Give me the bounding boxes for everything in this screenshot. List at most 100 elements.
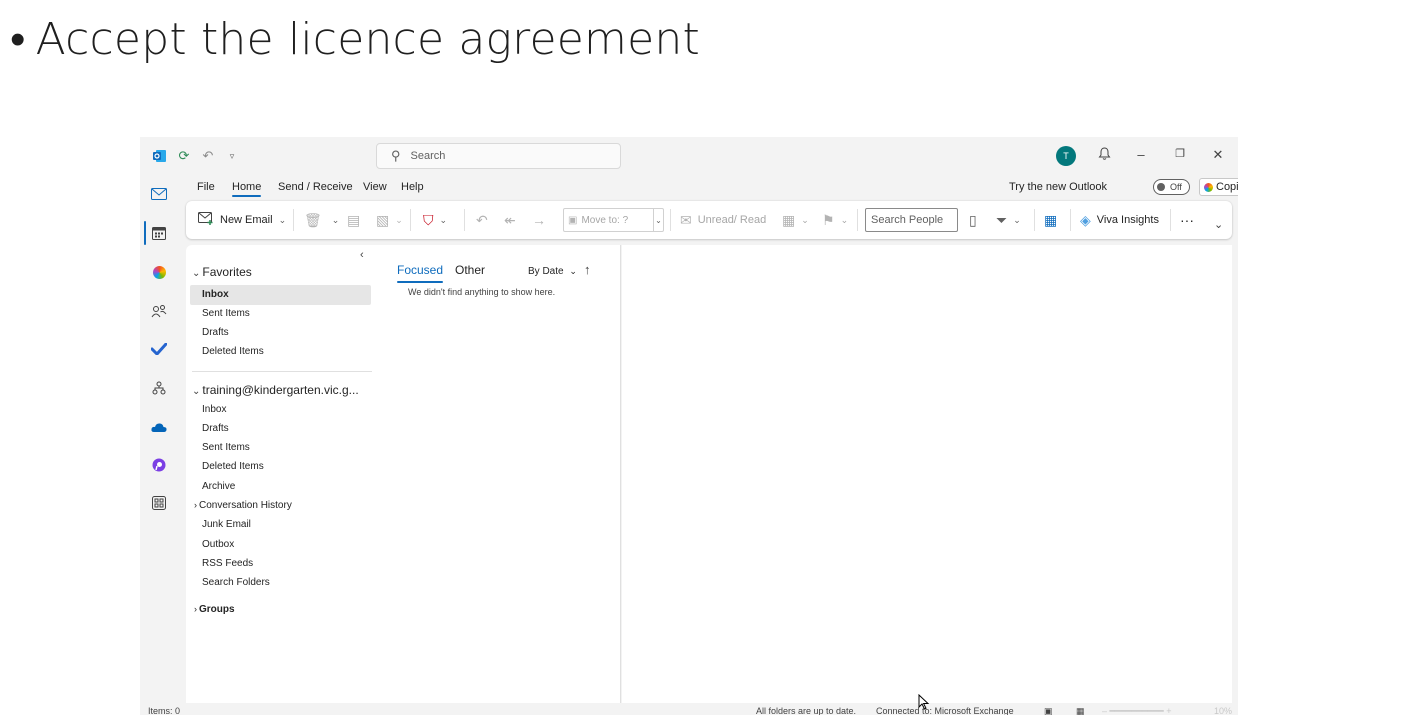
chevron-right-icon[interactable]: › [194,500,197,510]
slide-bullet-text: Accept the licence agreement [35,14,700,65]
account-header[interactable]: ⌄ training@kindergarten.vic.g... [192,383,359,397]
groups-header-label: Groups [199,604,235,615]
people-icon[interactable] [150,302,168,320]
flag-button[interactable]: ⚑ ⌄ [822,201,848,239]
forward-icon: → [532,212,546,228]
mail-icon[interactable] [150,185,168,203]
favorite-inbox[interactable]: Inbox [202,289,229,300]
calendar-icon[interactable] [150,224,168,242]
reply-button[interactable]: ↶ [476,201,494,239]
delete-button[interactable]: 🗑 ⌄ [304,201,339,239]
folder-divider [192,371,372,372]
restore-icon[interactable]: ❐ [1170,147,1190,160]
favorite-sent-items[interactable]: Sent Items [202,308,250,319]
favorite-deleted-items[interactable]: Deleted Items [202,346,264,357]
folder-sent-items[interactable]: Sent Items [202,442,250,453]
move-button[interactable]: ▧ ⌄ [376,201,403,239]
shield-icon: ⛉ [423,211,434,228]
folder-outbox[interactable]: Outbox [202,539,234,550]
favorite-drafts[interactable]: Drafts [202,327,229,338]
expand-ribbon-icon[interactable]: ⌄ [1214,205,1223,243]
sync-icon[interactable]: ⟳ [176,148,192,164]
avatar[interactable]: T [1056,146,1076,166]
app-rail [140,175,186,715]
chevron-down-icon[interactable]: ⌄ [332,215,340,226]
reading-view-icon[interactable]: ▦ [1076,706,1085,715]
quick-steps-move-to[interactable]: ▣ Move to: ? ⌄ [563,208,664,232]
undo-icon[interactable]: ↶ [200,148,216,164]
org-explorer-icon[interactable] [150,379,168,397]
viva-insights-button[interactable]: ◈ Viva Insights [1080,201,1159,239]
folder-rss-feeds[interactable]: RSS Feeds [202,558,253,569]
empty-list-message: We didn't find anything to show here. [408,287,556,297]
search-people-input[interactable]: Search People [865,208,958,232]
chevron-right-icon[interactable]: › [194,604,197,614]
folder-pane: ‹ ⌄ Favorites Inbox Sent Items Drafts Del… [186,245,374,715]
new-email-button[interactable]: New Email ⌄ [198,201,286,239]
onedrive-icon[interactable] [150,418,168,436]
unread-read-label: Unread/ Read [697,214,767,226]
apps-button[interactable]: ▦ [1044,201,1063,239]
close-icon[interactable]: ✕ [1208,147,1228,163]
address-book-button[interactable]: ▯ [969,201,983,239]
menu-file[interactable]: File [197,181,215,193]
collapse-pane-icon[interactable]: ‹ [360,249,364,261]
menu-view[interactable]: View [363,181,387,193]
tab-other[interactable]: Other [455,263,485,277]
filter-email-button[interactable]: ⏷ ⌄ [996,201,1021,239]
customize-qat-icon[interactable]: ▿ [224,148,240,164]
groups-header[interactable]: › Groups [194,604,235,615]
search-icon: ⚲ [391,148,401,163]
report-button[interactable]: ⛉ ⌄ [423,201,447,239]
try-new-outlook-toggle[interactable]: Off [1153,179,1190,195]
message-list-pane: Focused Other By Date ⌄ ↑ We didn't find… [374,245,621,715]
viva-engage-icon[interactable] [150,456,168,474]
favorites-header[interactable]: ⌄ Favorites [192,265,252,279]
categorize-button[interactable]: ▦ ⌄ [782,201,809,239]
outlook-window: ⟳ ↶ ▿ ⚲ Search T – ❐ ✕ File Home Send / … [140,137,1238,715]
forward-button[interactable]: → [532,201,552,239]
bell-icon[interactable] [1094,147,1114,164]
folder-junk-email[interactable]: Junk Email [202,519,251,530]
sort-direction-icon[interactable]: ↑ [584,262,591,277]
more-options-button[interactable]: ··· [1180,201,1194,239]
folder-drafts[interactable]: Drafts [202,423,229,434]
search-input[interactable]: ⚲ Search [376,143,621,169]
menu-help[interactable]: Help [401,181,424,193]
connection-status: Connected to: Microsoft Exchange [876,706,1014,715]
chevron-down-icon[interactable]: ⌄ [395,215,403,226]
minimize-icon[interactable]: – [1131,147,1151,162]
copilot-icon[interactable] [150,263,168,281]
sort-by-dropdown[interactable]: By Date ⌄ [528,266,577,277]
folder-inbox[interactable]: Inbox [202,404,226,415]
chevron-down-icon[interactable]: ⌄ [279,215,287,226]
chevron-down-icon[interactable]: ⌄ [440,215,448,226]
chevron-down-icon[interactable]: ⌄ [1013,215,1021,226]
chevron-down-icon[interactable]: ⌄ [801,215,809,226]
move-to-label: Move to: ? [581,214,629,226]
folder-deleted-items[interactable]: Deleted Items [202,461,264,472]
todo-icon[interactable] [150,340,168,358]
archive-button[interactable]: ▤ [347,201,366,239]
unread-read-button[interactable]: ✉ Unread/ Read [680,201,766,239]
more-apps-icon[interactable] [150,494,168,512]
folder-archive[interactable]: Archive [202,481,235,492]
zoom-slider[interactable]: – ━━━━━━━━━━ + [1102,706,1171,715]
chevron-down-icon[interactable]: ⌄ [653,209,663,231]
reply-icon: ↶ [476,211,488,228]
normal-view-icon[interactable]: ▣ [1044,706,1053,715]
menu-home[interactable]: Home [232,181,262,197]
copilot-button[interactable]: Copilot ⌄ [1199,178,1238,196]
ribbon-separator [293,209,294,231]
zoom-level: 10% [1214,706,1233,715]
tab-focused[interactable]: Focused [397,263,444,283]
reply-all-icon: ↞ [504,211,516,228]
chevron-down-icon[interactable]: ⌄ [841,215,849,226]
folder-conversation-history[interactable]: › Conversation History [194,500,292,511]
categorize-icon: ▦ [782,211,796,228]
folder-search-folders[interactable]: Search Folders [202,577,270,588]
copilot-icon [1204,182,1213,192]
reply-all-button[interactable]: ↞ [504,201,522,239]
menu-send-receive[interactable]: Send / Receive [278,181,353,193]
viva-insights-label: Viva Insights [1096,214,1159,226]
